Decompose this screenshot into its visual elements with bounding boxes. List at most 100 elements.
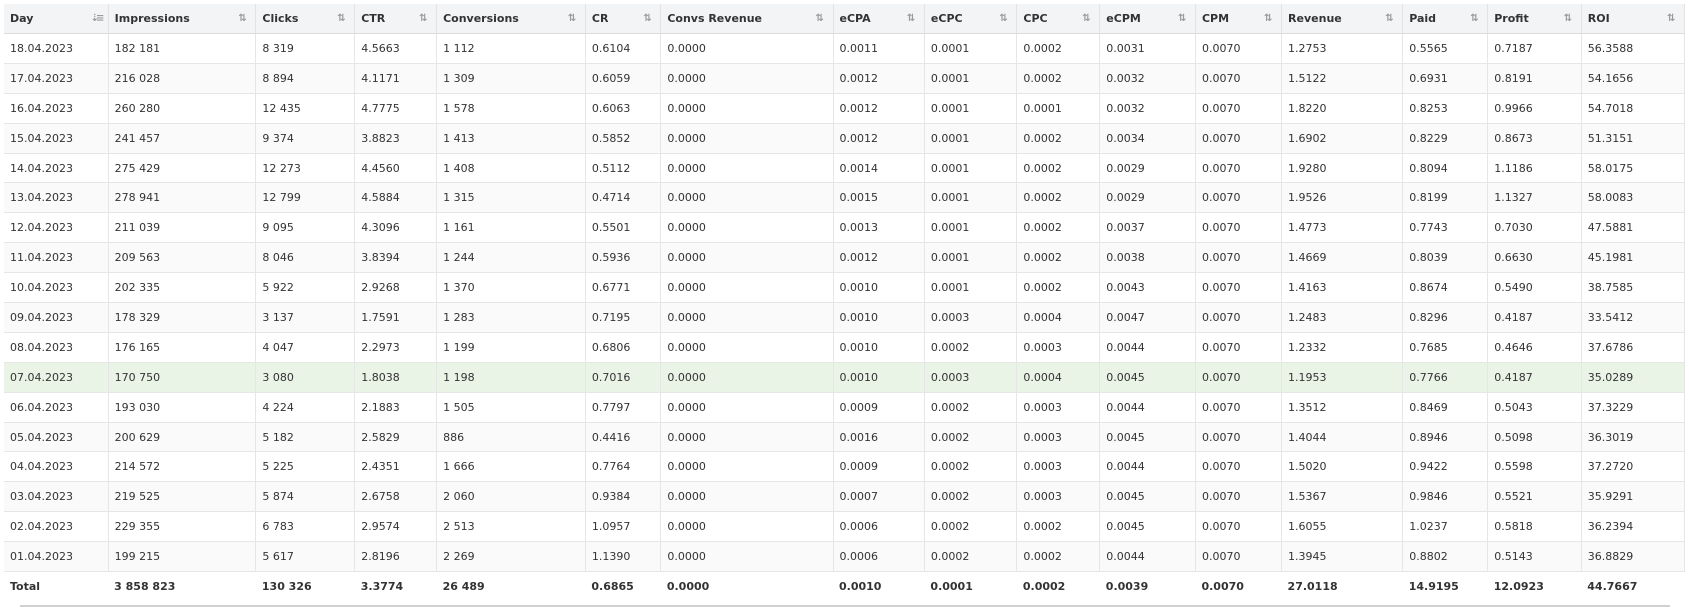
column-header-ecpm[interactable]: eCPM ⇅	[1099, 4, 1196, 34]
cell-cpc: 0.0003	[1016, 332, 1101, 363]
cell-ecpa: 0.0012	[833, 123, 925, 154]
table-row[interactable]: 08.04.2023 176 165 4 047 2.2973 1 199 0.6806 0…	[4, 332, 1686, 363]
cell-ctr: 4.5884	[354, 182, 438, 214]
header-row: Day ⇣≡ Impressions ⇅ Clicks ⇅ CTR ⇅ Conversions ⇅…	[4, 4, 1686, 34]
cell-impressions: 202 335	[108, 272, 257, 304]
sort-arrows-icon[interactable]: ⇅	[1264, 13, 1275, 25]
sort-arrows-icon[interactable]: ⇅	[816, 13, 827, 25]
table-row[interactable]: 10.04.2023 202 335 5 922 2.9268 1 370 0.6771 0…	[4, 272, 1686, 304]
table-row[interactable]: 02.04.2023 229 355 6 783 2.9574 2 513 1.0957 0…	[4, 511, 1686, 543]
cell-clicks: 12 799	[255, 182, 356, 214]
cell-roi: 36.3019	[1581, 422, 1686, 453]
cell-ecpa: 0.0010	[833, 332, 925, 363]
sort-arrows-icon[interactable]: ⇅	[999, 13, 1010, 25]
sort-desc-icon[interactable]: ⇣≡	[91, 13, 105, 25]
table-row[interactable]: 18.04.2023 182 181 8 319 4.5663 1 112 0.6104 0…	[4, 33, 1686, 64]
column-header-ecpa[interactable]: eCPA ⇅	[833, 4, 925, 34]
cell-conversions: 1 578	[436, 93, 586, 124]
column-header-ecpc[interactable]: eCPC ⇅	[924, 4, 1018, 34]
sort-arrows-icon[interactable]: ⇅	[1385, 13, 1396, 25]
cell-cr: 0.5936	[585, 242, 662, 274]
cell-cr: 0.5852	[585, 123, 662, 154]
column-header-label: Impressions	[114, 12, 190, 25]
table-row[interactable]: 07.04.2023 170 750 3 080 1.8038 1 198 0.7016 0…	[4, 362, 1686, 393]
sort-arrows-icon[interactable]: ⇅	[1178, 13, 1189, 25]
column-header-roi[interactable]: ROI ⇅	[1581, 4, 1686, 34]
sort-arrows-icon[interactable]: ⇅	[238, 13, 249, 25]
cell-ctr: 1.8038	[354, 362, 438, 393]
column-header-label: ROI	[1587, 12, 1610, 25]
cell-cr: 0.7764	[585, 451, 662, 483]
cell-impressions: 182 181	[108, 33, 257, 64]
table-row[interactable]: 06.04.2023 193 030 4 224 2.1883 1 505 0.7797 0…	[4, 392, 1686, 423]
column-header-conversions[interactable]: Conversions ⇅	[436, 4, 586, 34]
cell-cr: 0.6063	[585, 93, 662, 124]
total-cell-ecpc: 0.0001	[930, 580, 973, 594]
horizontal-scrollbar[interactable]	[20, 605, 1670, 607]
table-row[interactable]: 13.04.2023 278 941 12 799 4.5884 1 315 0.4714…	[4, 182, 1686, 214]
cell-cpc: 0.0002	[1016, 123, 1101, 154]
sort-arrows-icon[interactable]: ⇅	[1082, 13, 1093, 25]
sort-arrows-icon[interactable]: ⇅	[907, 13, 918, 25]
cell-cpc: 0.0003	[1016, 451, 1101, 483]
sort-arrows-icon[interactable]: ⇅	[1564, 13, 1575, 25]
sort-arrows-icon[interactable]: ⇅	[1470, 13, 1481, 25]
table-row[interactable]: 11.04.2023 209 563 8 046 3.8394 1 244 0.5936 0…	[4, 242, 1686, 274]
column-header-paid[interactable]: Paid ⇅	[1402, 4, 1489, 34]
table-row[interactable]: 16.04.2023 260 280 12 435 4.7775 1 578 0.6063…	[4, 93, 1686, 124]
cell-cpm: 0.0070	[1195, 242, 1283, 274]
table-row[interactable]: 12.04.2023 211 039 9 095 4.3096 1 161 0.5501 0…	[4, 212, 1686, 244]
table-row[interactable]: 09.04.2023 178 329 3 137 1.7591 1 283 0.7195 0…	[4, 302, 1686, 333]
table-row[interactable]: 14.04.2023 275 429 12 273 4.4560 1 408 0.5112…	[4, 153, 1686, 184]
table-row[interactable]: 01.04.2023 199 215 5 617 2.8196 2 269 1.1390 0…	[4, 541, 1686, 573]
table-row[interactable]: 17.04.2023 216 028 8 894 4.1171 1 309 0.6059 0…	[4, 63, 1686, 94]
cell-ecpm: 0.0038	[1099, 242, 1196, 274]
cell-ecpa: 0.0010	[833, 362, 925, 393]
column-header-cpm[interactable]: CPM ⇅	[1195, 4, 1283, 34]
cell-ecpa: 0.0010	[833, 272, 925, 304]
cell-day: 07.04.2023	[4, 362, 109, 393]
sort-arrows-icon[interactable]: ⇅	[1667, 13, 1678, 25]
cell-impressions: 170 750	[108, 362, 257, 393]
total-cell-cr: 0.6865	[591, 580, 634, 594]
cell-ecpc: 0.0003	[924, 302, 1018, 333]
column-header-clicks[interactable]: Clicks ⇅	[255, 4, 356, 34]
sort-arrows-icon[interactable]: ⇅	[643, 13, 654, 25]
cell-convs-revenue: 0.0000	[660, 541, 834, 573]
table-row[interactable]: 15.04.2023 241 457 9 374 3.8823 1 413 0.5852 0…	[4, 123, 1686, 154]
sort-arrows-icon[interactable]: ⇅	[337, 13, 348, 25]
column-header-label: CTR	[361, 12, 386, 25]
cell-clicks: 5 922	[255, 272, 356, 304]
column-header-convs-revenue[interactable]: Convs Revenue ⇅	[660, 4, 834, 34]
cell-ctr: 2.1883	[354, 392, 438, 423]
column-header-impressions[interactable]: Impressions ⇅	[108, 4, 257, 34]
cell-revenue: 1.1953	[1281, 362, 1404, 393]
table-row[interactable]: 04.04.2023 214 572 5 225 2.4351 1 666 0.7764 0…	[4, 451, 1686, 483]
cell-impressions: 176 165	[108, 332, 257, 363]
cell-paid: 0.8039	[1402, 242, 1489, 274]
cell-clicks: 12 273	[255, 153, 356, 184]
cell-ecpc: 0.0002	[924, 332, 1018, 363]
table-row[interactable]: 03.04.2023 219 525 5 874 2.6758 2 060 0.9384 0…	[4, 481, 1686, 513]
cell-cpm: 0.0070	[1195, 153, 1283, 184]
column-header-label: eCPM	[1106, 12, 1141, 25]
column-header-revenue[interactable]: Revenue ⇅	[1281, 4, 1404, 34]
column-header-cpc[interactable]: CPC ⇅	[1016, 4, 1101, 34]
cell-impressions: 216 028	[108, 63, 257, 94]
total-cell-paid: 14.9195	[1408, 580, 1459, 594]
column-header-profit[interactable]: Profit ⇅	[1487, 4, 1582, 34]
cell-paid: 0.6931	[1402, 63, 1489, 94]
sort-arrows-icon[interactable]: ⇅	[419, 13, 430, 25]
column-header-day[interactable]: Day ⇣≡	[4, 4, 109, 34]
cell-ecpa: 0.0014	[833, 153, 925, 184]
sort-arrows-icon[interactable]: ⇅	[568, 13, 579, 25]
column-header-cr[interactable]: CR ⇅	[585, 4, 662, 34]
cell-ecpa: 0.0010	[833, 302, 925, 333]
column-header-ctr[interactable]: CTR ⇅	[354, 4, 438, 34]
cell-profit: 0.4646	[1487, 332, 1582, 363]
cell-ecpm: 0.0045	[1099, 362, 1196, 393]
cell-paid: 0.8674	[1402, 272, 1489, 304]
cell-ecpc: 0.0001	[924, 212, 1018, 244]
table-row[interactable]: 05.04.2023 200 629 5 182 2.5829 886 0.4416 0.0…	[4, 422, 1686, 453]
cell-ecpa: 0.0006	[833, 511, 925, 543]
